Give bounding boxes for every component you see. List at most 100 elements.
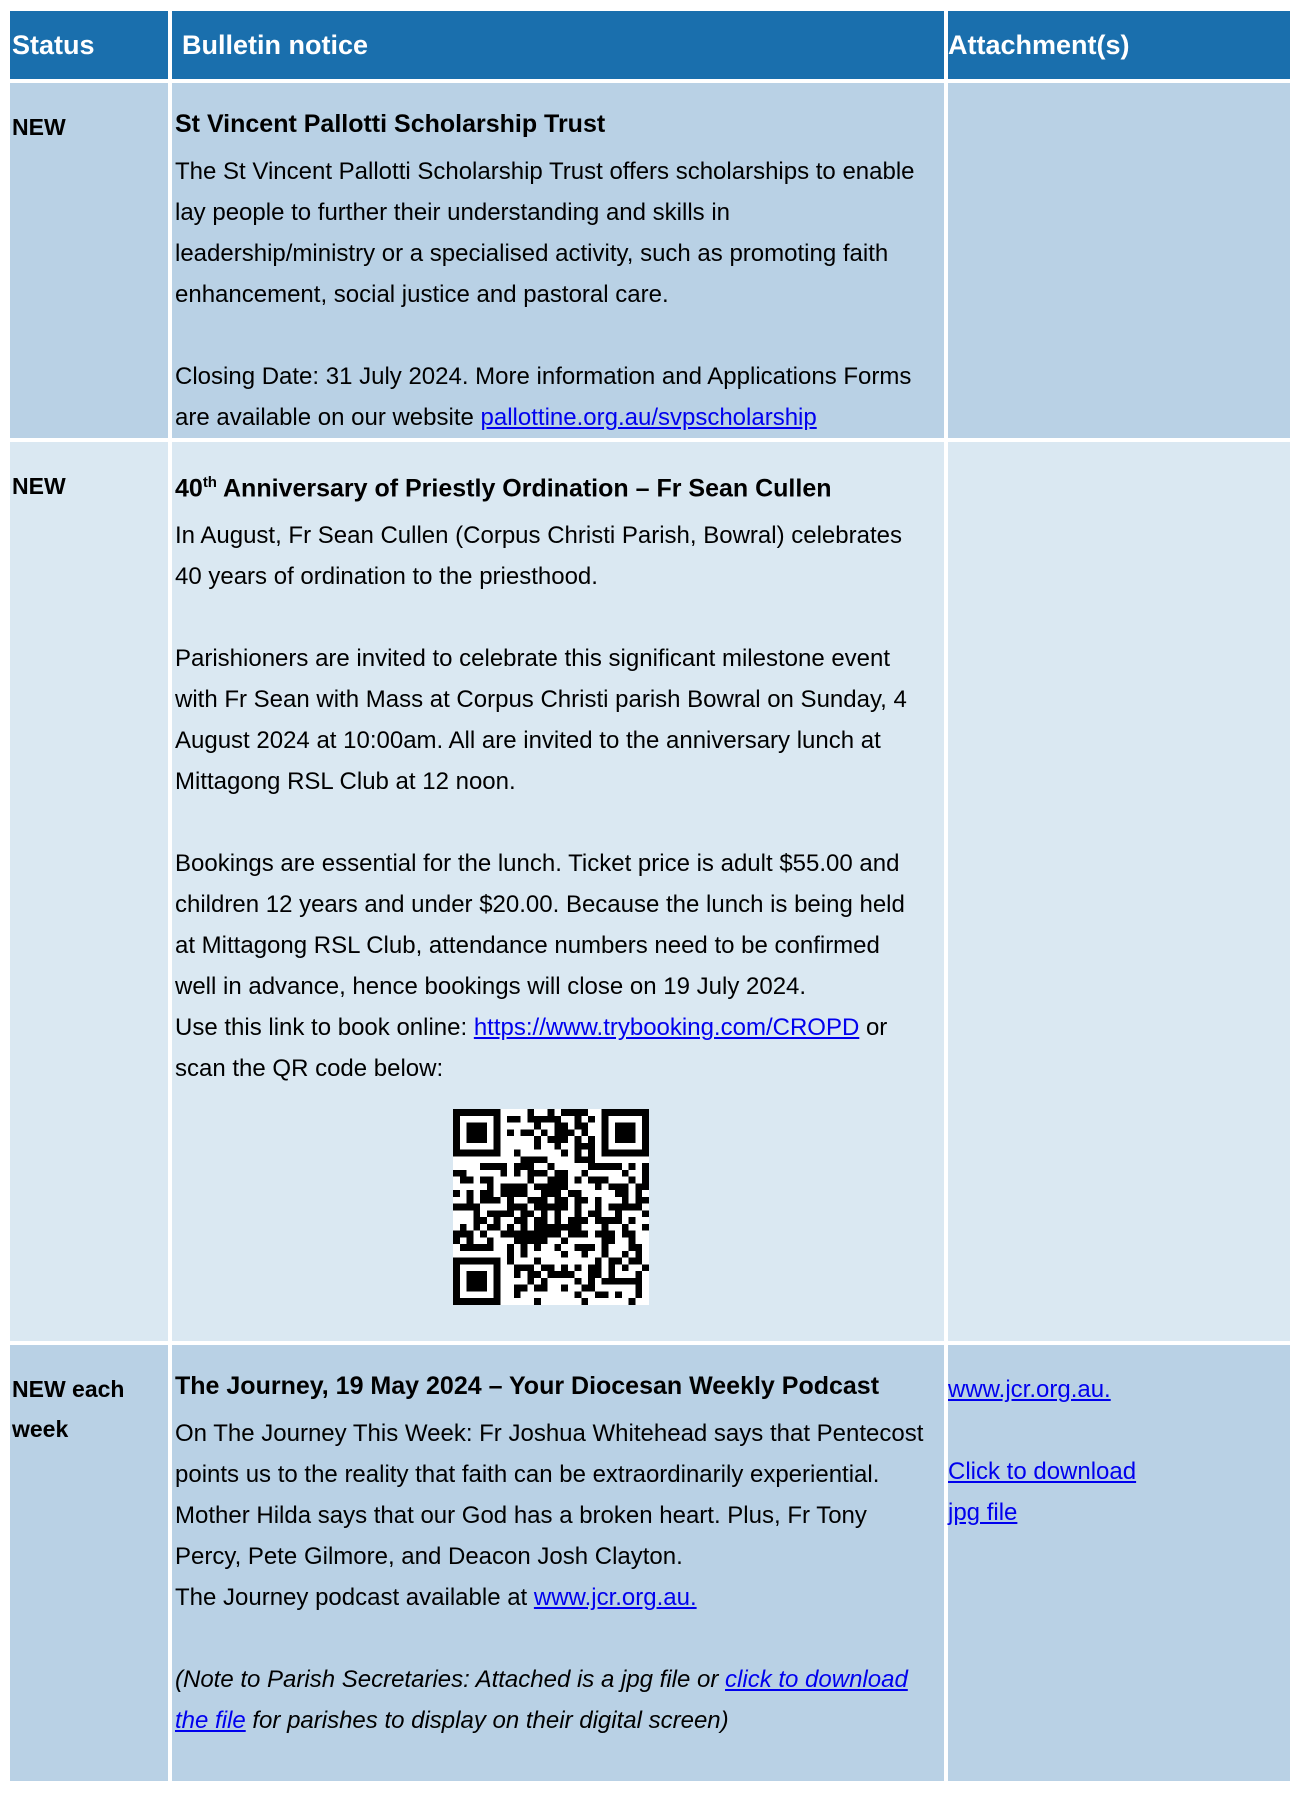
qr-module — [607, 1183, 615, 1191]
qr-module — [587, 1176, 595, 1184]
qr-module — [533, 1217, 541, 1225]
qr-module — [513, 1271, 521, 1279]
qr-module — [533, 1197, 541, 1204]
qr-module — [520, 1224, 527, 1231]
status-cell: NEW — [10, 81, 172, 442]
qr-module — [459, 1224, 467, 1231]
qr-module — [567, 1271, 575, 1279]
qr-module — [526, 1237, 534, 1245]
qr-module — [520, 1129, 527, 1137]
attachment-download-jpg-link[interactable]: Click to download jpg file — [948, 1458, 1136, 1526]
qr-module — [533, 1170, 541, 1177]
notice-paragraph: Bookings are essential for the lunch. Ti… — [175, 850, 905, 1001]
qr-module — [540, 1129, 548, 1137]
qr-module — [459, 1230, 467, 1238]
qr-module — [601, 1129, 608, 1137]
qr-module — [560, 1264, 568, 1272]
qr-module — [580, 1285, 588, 1292]
attachments-column-header: Attachment(s) — [946, 11, 1290, 83]
qr-module — [621, 1129, 629, 1137]
scholarship-link[interactable]: pallottine.org.au/svpscholarship — [481, 404, 817, 431]
qr-module — [574, 1176, 581, 1184]
qr-module — [574, 1210, 581, 1218]
qr-module — [466, 1136, 473, 1144]
qr-module — [634, 1197, 642, 1204]
notice-paragraph: Use this link to book online: https://ww… — [175, 1007, 926, 1089]
qr-module — [493, 1258, 500, 1265]
qr-module — [466, 1237, 473, 1245]
qr-module — [479, 1217, 487, 1225]
qr-module — [513, 1217, 521, 1225]
qr-module — [520, 1210, 527, 1218]
qr-module — [641, 1136, 649, 1144]
qr-module — [466, 1122, 473, 1130]
qr-module — [614, 1109, 622, 1117]
qr-module — [560, 1109, 568, 1117]
qr-module — [621, 1190, 629, 1198]
qr-module — [560, 1149, 568, 1157]
qr-module — [472, 1129, 480, 1137]
qr-module — [547, 1224, 554, 1231]
qr-module — [452, 1143, 460, 1150]
trybooking-link[interactable]: https://www.trybooking.com/CROPD — [474, 1014, 859, 1041]
qr-module — [547, 1183, 554, 1191]
qr-module — [472, 1298, 480, 1306]
qr-module — [479, 1258, 487, 1265]
qr-module — [506, 1129, 514, 1137]
qr-module — [452, 1109, 460, 1117]
qr-module — [628, 1136, 635, 1144]
qr-module — [553, 1217, 561, 1225]
qr-module — [513, 1116, 521, 1123]
qr-module — [493, 1210, 500, 1218]
attachment-cell — [946, 440, 1290, 1346]
qr-module — [479, 1122, 487, 1130]
qr-module — [526, 1163, 534, 1171]
jcr-link[interactable]: www.jcr.org.au. — [534, 1584, 697, 1611]
qr-module — [580, 1122, 588, 1130]
qr-module — [601, 1278, 608, 1286]
qr-module — [472, 1285, 480, 1292]
qr-module — [526, 1156, 534, 1164]
qr-module — [466, 1203, 473, 1211]
qr-module — [614, 1278, 622, 1286]
qr-module — [526, 1129, 534, 1137]
qr-module — [574, 1149, 581, 1157]
qr-module — [452, 1237, 460, 1245]
qr-module — [506, 1183, 514, 1191]
qr-module — [634, 1271, 642, 1279]
qr-module — [466, 1149, 473, 1157]
qr-module — [560, 1183, 568, 1191]
qr-module — [452, 1190, 460, 1198]
qr-module — [466, 1129, 473, 1137]
qr-module — [621, 1224, 629, 1231]
qr-module — [533, 1237, 541, 1245]
qr-module — [479, 1149, 487, 1157]
qr-module — [472, 1224, 480, 1231]
qr-module — [574, 1136, 581, 1144]
qr-module — [641, 1122, 649, 1130]
notice-text: Use this link to book online: — [175, 1014, 474, 1042]
qr-module — [472, 1122, 480, 1130]
qr-code-icon[interactable] — [452, 1109, 649, 1306]
qr-module — [574, 1203, 581, 1211]
qr-module — [513, 1170, 521, 1177]
qr-module — [560, 1285, 568, 1292]
qr-module — [580, 1143, 588, 1150]
qr-module — [506, 1197, 514, 1204]
attachment-jcr-link[interactable]: www.jcr.org.au. — [948, 1376, 1111, 1403]
qr-module — [452, 1116, 460, 1123]
qr-module — [452, 1122, 460, 1130]
qr-module — [553, 1224, 561, 1231]
qr-module — [594, 1210, 602, 1218]
qr-module — [607, 1109, 615, 1117]
qr-module — [587, 1143, 595, 1150]
qr-module — [533, 1230, 541, 1238]
qr-module — [574, 1122, 581, 1130]
qr-module — [628, 1109, 635, 1117]
table-row: NEW each week The Journey, 19 May 2024 –… — [10, 1343, 1290, 1786]
qr-module — [459, 1149, 467, 1157]
qr-module — [560, 1271, 568, 1279]
qr-module — [452, 1264, 460, 1272]
qr-module — [513, 1190, 521, 1198]
qr-module — [506, 1251, 514, 1259]
